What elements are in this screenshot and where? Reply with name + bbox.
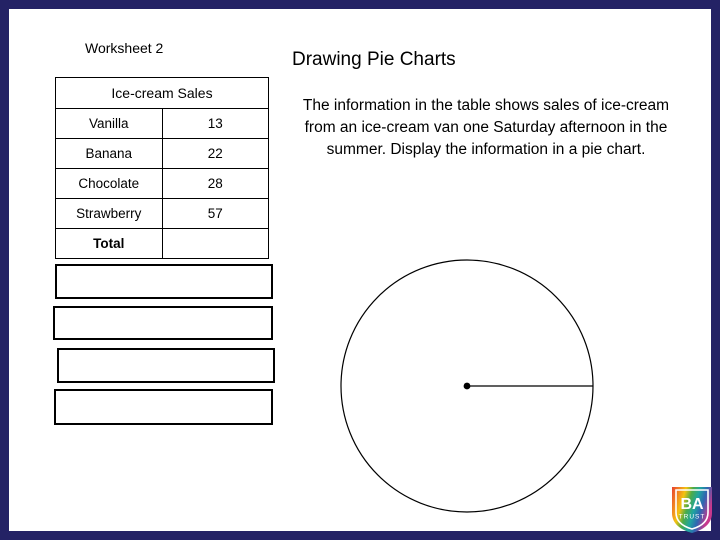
table-cell-total-value[interactable]: [161, 228, 269, 259]
page-title: Drawing Pie Charts: [292, 49, 456, 70]
table-row: Chocolate 28: [55, 168, 269, 199]
slide-canvas: Worksheet 2 Drawing Pie Charts The infor…: [9, 9, 714, 533]
slide-frame: Worksheet 2 Drawing Pie Charts The infor…: [0, 0, 720, 540]
logo-secondary-text: TRUST: [679, 514, 706, 521]
table-header-row: Ice-cream Sales: [55, 77, 269, 109]
table-row: Strawberry 57: [55, 198, 269, 229]
ba-trust-logo-svg: BA TRUST: [672, 487, 712, 533]
ice-cream-sales-table: Ice-cream Sales Vanilla 13 Banana 22 Cho…: [55, 77, 269, 259]
table-header-cell: Ice-cream Sales: [55, 77, 269, 109]
pie-chart-area[interactable]: [334, 254, 604, 524]
task-description: The information in the table shows sales…: [302, 97, 670, 158]
answer-box[interactable]: [54, 389, 273, 425]
table-row: Banana 22: [55, 138, 269, 169]
table-row: Vanilla 13: [55, 108, 269, 139]
table-cell-flavour: Strawberry: [55, 198, 163, 229]
answer-box[interactable]: [57, 348, 275, 383]
answer-box[interactable]: [53, 306, 273, 340]
table-cell-value: 13: [161, 108, 269, 139]
table-cell-value: 57: [161, 198, 269, 229]
table-cell-total-label: Total: [55, 228, 163, 259]
answer-box[interactable]: [55, 264, 273, 299]
table-cell-flavour: Vanilla: [55, 108, 163, 139]
pie-chart-center-dot: [463, 382, 471, 390]
logo-primary-text: BA: [680, 496, 704, 513]
worksheet-label: Worksheet 2: [85, 40, 164, 56]
table-total-row: Total: [55, 228, 269, 259]
table-cell-value: 22: [161, 138, 269, 169]
table-cell-flavour: Banana: [55, 138, 163, 169]
pie-chart-svg: [340, 259, 594, 513]
table-cell-flavour: Chocolate: [55, 168, 163, 199]
table-cell-value: 28: [161, 168, 269, 199]
ba-trust-logo: BA TRUST: [670, 485, 714, 533]
